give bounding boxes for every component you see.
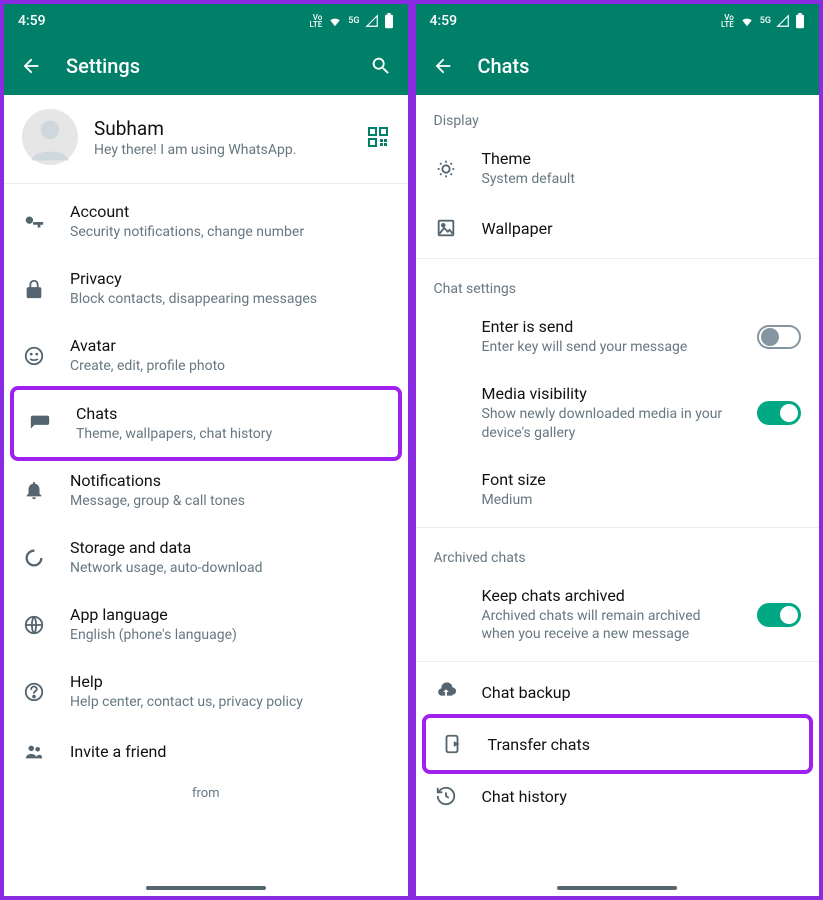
settings-item-privacy[interactable]: PrivacyBlock contacts, disappearing mess… [4,255,408,322]
chats-item-media-visibility[interactable]: Media visibilityShow newly downloaded me… [416,370,820,455]
settings-item-avatar[interactable]: AvatarCreate, edit, profile photo [4,322,408,389]
section-display: Display [416,95,820,135]
theme-icon [434,157,458,181]
qr-icon[interactable] [366,125,390,149]
statusbar: 4:59 VoLTE 5G [416,4,820,37]
settings-item-account[interactable]: AccountSecurity notifications, change nu… [4,188,408,255]
chats-item-transfer[interactable]: Transfer chats [422,714,814,774]
section-archived: Archived chats [416,532,820,572]
toggle-media-visibility[interactable] [757,401,801,425]
network-label: 5G [348,16,359,26]
chats-item-keep-archived[interactable]: Keep chats archivedArchived chats will r… [416,572,820,657]
statusbar-icons: VoLTE 5G [721,13,805,29]
cloud-upload-icon [434,680,458,704]
wifi-icon [738,14,756,28]
signal-icon [775,14,791,28]
wifi-icon [326,14,344,28]
phone-chats: 4:59 VoLTE 5G Chats Display ThemeSystem … [416,4,820,896]
back-icon[interactable] [20,55,42,77]
statusbar: 4:59 VoLTE 5G [4,4,408,37]
divider [416,527,820,528]
appbar-title: Chats [478,54,804,78]
statusbar-time: 4:59 [430,13,458,29]
back-icon[interactable] [432,55,454,77]
from-label: from [4,778,408,801]
appbar: Settings [4,37,408,95]
divider [416,258,820,259]
statusbar-icons: VoLTE 5G [310,13,394,29]
settings-item-invite[interactable]: Invite a friend [4,726,408,778]
data-usage-icon [22,546,46,570]
profile-row[interactable]: Subham Hey there! I am using WhatsApp. [4,95,408,179]
navbar-handle[interactable] [146,886,266,890]
history-icon [434,784,458,808]
chats-item-enter-send[interactable]: Enter is sendEnter key will send your me… [416,303,820,370]
chat-icon [28,411,52,435]
wallpaper-icon [434,216,458,240]
chats-item-theme[interactable]: ThemeSystem default [416,135,820,202]
chats-item-backup[interactable]: Chat backup [416,666,820,718]
profile-status: Hey there! I am using WhatsApp. [94,142,350,158]
settings-content[interactable]: Subham Hey there! I am using WhatsApp. A… [4,95,408,896]
transfer-icon [440,732,464,756]
search-icon[interactable] [370,55,392,77]
divider [416,661,820,662]
settings-item-storage[interactable]: Storage and dataNetwork usage, auto-down… [4,524,408,591]
signal-icon [364,14,380,28]
help-icon [22,680,46,704]
statusbar-time: 4:59 [18,13,46,29]
settings-item-notifications[interactable]: NotificationsMessage, group & call tones [4,457,408,524]
key-icon [22,210,46,234]
bell-icon [22,478,46,502]
divider [4,183,408,184]
settings-item-help[interactable]: HelpHelp center, contact us, privacy pol… [4,658,408,725]
globe-icon [22,613,46,637]
appbar: Chats [416,37,820,95]
chats-item-font-size[interactable]: Font sizeMedium [416,456,820,523]
settings-item-chats[interactable]: ChatsTheme, wallpapers, chat history [10,386,402,461]
toggle-enter-send[interactable] [757,325,801,349]
volte-icon: VoLTE [721,14,734,28]
people-icon [22,740,46,764]
chats-content[interactable]: Display ThemeSystem default Wallpaper Ch… [416,95,820,896]
chats-item-wallpaper[interactable]: Wallpaper [416,202,820,254]
face-icon [22,344,46,368]
profile-name: Subham [94,117,350,140]
volte-icon: VoLTE [310,14,323,28]
battery-icon [795,13,805,29]
network-label: 5G [760,16,771,26]
toggle-keep-archived[interactable] [757,603,801,627]
chats-item-history[interactable]: Chat history [416,770,820,822]
phone-settings: 4:59 VoLTE 5G Settings Subham Hey there!… [4,4,408,896]
section-chatsettings: Chat settings [416,263,820,303]
settings-item-language[interactable]: App languageEnglish (phone's language) [4,591,408,658]
navbar-handle[interactable] [557,886,677,890]
profile-text: Subham Hey there! I am using WhatsApp. [94,117,350,158]
avatar [22,109,78,165]
lock-icon [22,277,46,301]
appbar-title: Settings [66,54,346,78]
battery-icon [384,13,394,29]
